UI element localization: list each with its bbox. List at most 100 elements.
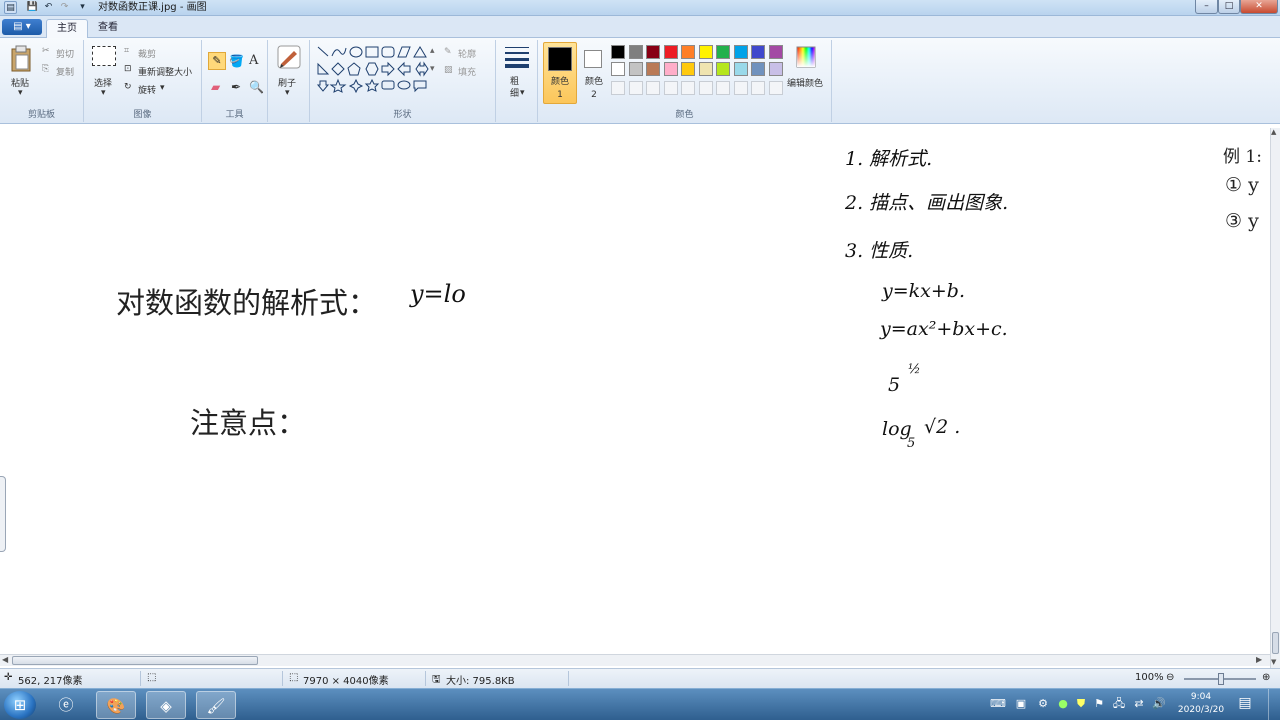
start-orb[interactable]: ⊞ — [4, 691, 36, 719]
palette-color-swatch[interactable] — [716, 45, 730, 59]
zoom-slider-thumb[interactable] — [1218, 673, 1224, 685]
rotate-dropdown-icon[interactable]: ▾ — [160, 83, 165, 93]
shapes-more-icon[interactable]: ▾ — [430, 64, 435, 74]
zoom-slider[interactable] — [1184, 673, 1256, 685]
brushes-dropdown-icon[interactable]: ▾ — [285, 88, 290, 98]
cut-button[interactable]: 剪切 — [56, 47, 74, 60]
canvas-resize-handle[interactable] — [0, 476, 6, 552]
brush-icon[interactable] — [276, 44, 302, 70]
select-icon[interactable] — [92, 46, 116, 66]
fill-icon[interactable]: ▨ — [444, 65, 453, 75]
select-dropdown-icon[interactable]: ▾ — [101, 88, 106, 98]
app-taskbar-icon[interactable]: ◈ — [146, 691, 186, 719]
palette-color-swatch[interactable] — [611, 62, 625, 76]
vertical-scrollbar[interactable]: ▲ ▼ — [1270, 128, 1280, 668]
clock[interactable]: 9:04 2020/3/20 — [1174, 691, 1228, 717]
close-button[interactable]: ✕ — [1240, 0, 1278, 14]
color-picker-icon[interactable]: ✒ — [231, 80, 241, 94]
redo-icon[interactable]: ↷ — [58, 1, 71, 14]
scroll-right-icon[interactable]: ▶ — [1256, 655, 1262, 664]
customize-dropdown-icon[interactable]: ▾ — [76, 1, 89, 14]
tray-app-icon[interactable]: ▣ — [1014, 697, 1028, 711]
custom-color-slot[interactable] — [751, 81, 765, 95]
scroll-down-icon[interactable]: ▼ — [1271, 658, 1276, 666]
paste-dropdown-icon[interactable]: ▾ — [18, 88, 23, 98]
custom-color-slot[interactable] — [628, 81, 643, 95]
outline-button[interactable]: 轮廓 — [458, 47, 476, 60]
vertical-scroll-thumb[interactable] — [1272, 632, 1279, 654]
tray-keyboard-icon[interactable]: ⌨ — [990, 697, 1006, 711]
color2-label[interactable]: 颜色 2 — [584, 76, 604, 102]
palette-color-swatch[interactable] — [628, 45, 643, 59]
maximize-button[interactable]: □ — [1218, 0, 1240, 14]
cut-icon[interactable]: ✂ — [42, 46, 50, 56]
palette-color-swatch[interactable] — [768, 62, 783, 76]
edit-colors-button[interactable]: 编辑颜色 — [787, 76, 823, 89]
magnifier-icon[interactable]: 🔍 — [249, 80, 264, 94]
palette-color-swatch[interactable] — [716, 62, 730, 76]
show-desktop-button[interactable] — [1268, 689, 1280, 721]
outline-icon[interactable]: ✎ — [444, 47, 452, 57]
custom-color-slot[interactable] — [716, 81, 730, 95]
palette-color-swatch[interactable] — [646, 62, 660, 76]
paint-app-icon[interactable]: ▤ — [4, 1, 17, 14]
shapes-gallery[interactable] — [314, 44, 436, 94]
palette-color-swatch[interactable] — [698, 45, 713, 59]
text-icon[interactable]: A — [249, 53, 258, 68]
paint-active-taskbar-icon[interactable]: 🖌 — [196, 691, 236, 719]
tray-flag-icon[interactable]: ⚑ — [1092, 697, 1106, 711]
paint-menu-button[interactable]: ▤ ▾ — [2, 19, 42, 35]
palette-color-swatch[interactable] — [751, 62, 765, 76]
save-icon[interactable]: 💾 — [26, 1, 39, 14]
canvas-area[interactable]: 对数函数的解析式： y=lo 注意点： 1. 解析式. 2. 描点、画出图象. … — [0, 124, 1280, 670]
palette-color-swatch[interactable] — [681, 45, 695, 59]
palette-color-swatch[interactable] — [768, 45, 783, 59]
size-dropdown-icon[interactable]: ▾ — [520, 88, 525, 98]
zoom-out-icon[interactable]: ⊖ — [1166, 672, 1174, 683]
eraser-icon[interactable]: ▰ — [211, 80, 220, 94]
palette-color-swatch[interactable] — [698, 62, 713, 76]
resize-icon[interactable]: ⊡ — [124, 64, 132, 74]
horizontal-scroll-thumb[interactable] — [12, 656, 258, 665]
rotate-button[interactable]: 旋转 — [138, 83, 156, 96]
drawing-canvas[interactable]: 对数函数的解析式： y=lo 注意点： 1. 解析式. 2. 描点、画出图象. … — [4, 128, 1270, 656]
color2-swatch[interactable] — [584, 50, 602, 68]
notification-icon[interactable]: ▤ — [1238, 696, 1252, 710]
copy-icon[interactable]: ⎘ — [42, 64, 49, 74]
custom-color-slot[interactable] — [646, 81, 660, 95]
tray-network-icon[interactable]: 🖧 — [1112, 697, 1126, 711]
horizontal-scrollbar[interactable]: ◀ ▶ — [0, 654, 1270, 666]
custom-color-slot[interactable] — [663, 81, 678, 95]
resize-button[interactable]: 重新调整大小 — [138, 65, 192, 78]
edit-colors-icon[interactable] — [796, 46, 816, 68]
pencil-icon[interactable]: ✎ — [208, 52, 226, 70]
fill-bucket-icon[interactable]: 🪣 — [229, 54, 244, 68]
tray-settings-icon[interactable]: ⚙ — [1036, 697, 1050, 711]
minimize-button[interactable]: – — [1195, 0, 1218, 14]
custom-color-slot[interactable] — [698, 81, 713, 95]
crop-icon[interactable]: ⌗ — [124, 46, 129, 56]
shapes-scroll-icon[interactable]: ▴ — [430, 46, 435, 56]
tray-green-icon[interactable]: ● — [1056, 697, 1070, 711]
zoom-in-icon[interactable]: ⊕ — [1262, 672, 1270, 683]
copy-button[interactable]: 复制 — [56, 65, 74, 78]
palette-color-swatch[interactable] — [681, 62, 695, 76]
palette-color-swatch[interactable] — [646, 45, 660, 59]
tab-home[interactable]: 主页 — [46, 19, 88, 38]
line-size-icon[interactable] — [504, 46, 530, 68]
custom-color-slot[interactable] — [768, 81, 783, 95]
palette-color-swatch[interactable] — [628, 62, 643, 76]
paste-icon[interactable] — [10, 45, 32, 73]
tray-volume-icon[interactable]: 🔊 — [1152, 697, 1166, 711]
palette-color-swatch[interactable] — [663, 62, 678, 76]
scroll-left-icon[interactable]: ◀ — [2, 655, 8, 664]
rotate-icon[interactable]: ↻ — [124, 82, 132, 92]
custom-color-slot[interactable] — [681, 81, 695, 95]
undo-icon[interactable]: ↶ — [42, 1, 55, 14]
fill-button[interactable]: 填充 — [458, 65, 476, 78]
tray-sync-icon[interactable]: ⇄ — [1132, 697, 1146, 711]
scroll-up-icon[interactable]: ▲ — [1271, 128, 1276, 136]
palette-color-swatch[interactable] — [733, 62, 748, 76]
ie-icon[interactable]: ⓔ — [46, 691, 86, 719]
custom-color-slot[interactable] — [611, 81, 625, 95]
